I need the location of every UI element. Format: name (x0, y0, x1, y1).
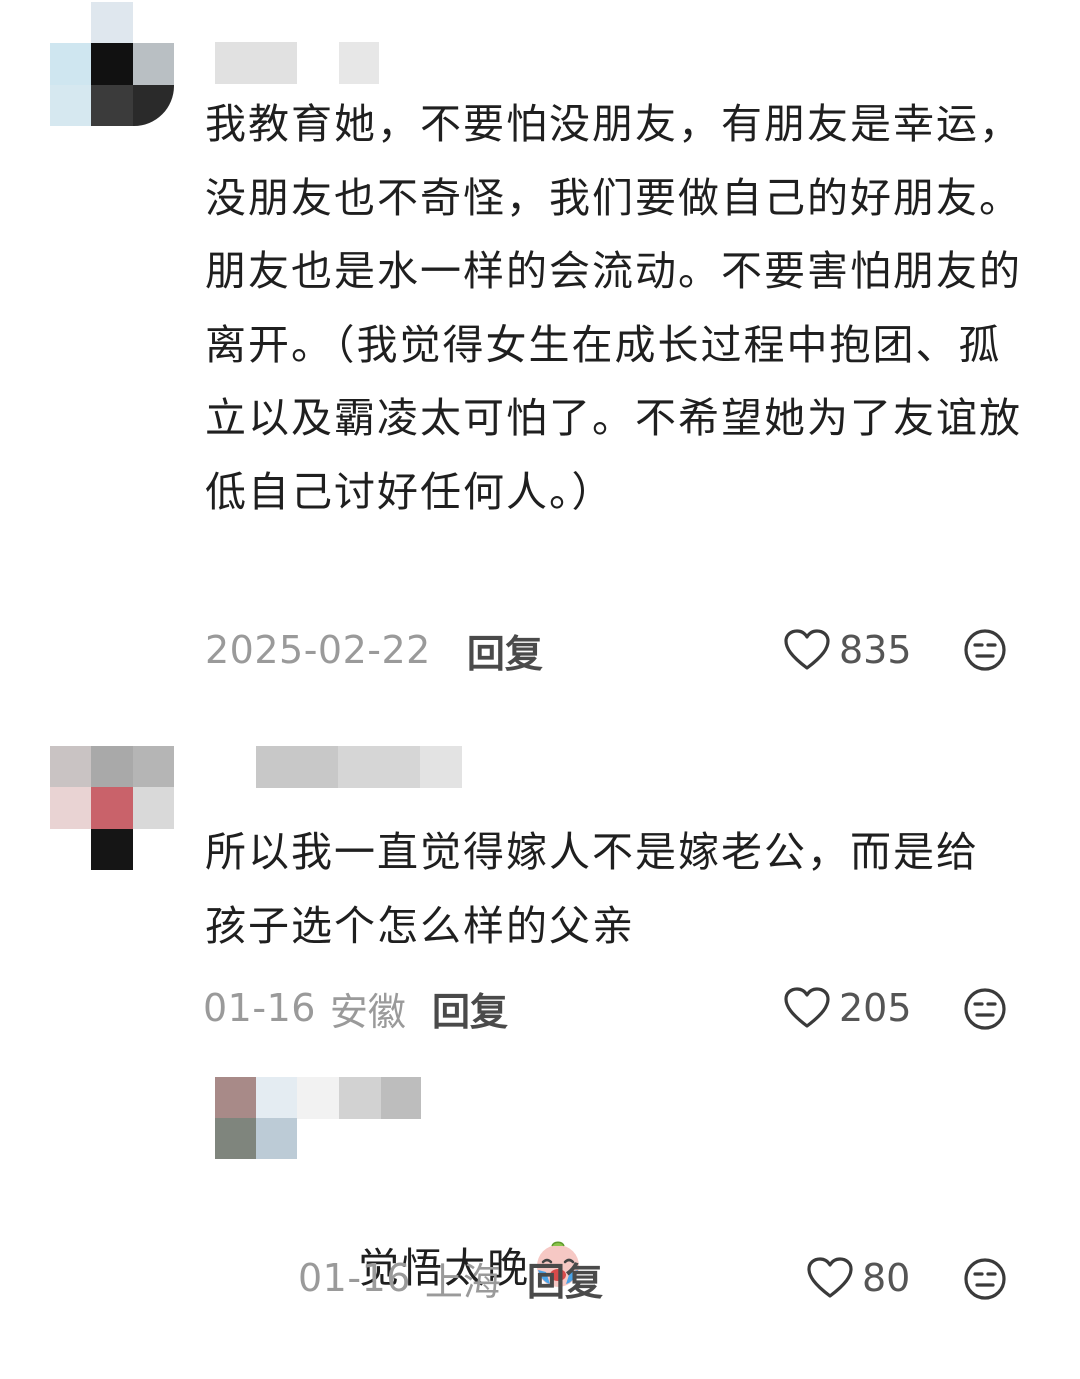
like-count: 80 (862, 1256, 911, 1300)
like-button[interactable]: 80 (806, 1253, 910, 1303)
reply-button[interactable]: 回复 (432, 981, 508, 1036)
comment-text: 所以我一直觉得嫁人不是嫁老公，而是给孩子选个怎么样的父亲 (205, 828, 979, 950)
like-button[interactable]: 835 (783, 625, 912, 675)
comment-date: 2025-02-22 (205, 628, 431, 672)
comment-location: 安徽 (329, 989, 406, 1034)
like-button[interactable]: 205 (783, 983, 912, 1033)
comment-date: 01-16 (298, 1256, 411, 1300)
comment-item: 我教育她，不要怕没朋友，有朋友是幸运，没朋友也不奇怪，我们要做自己的好朋友。朋友… (0, 0, 1080, 700)
neutral-face-icon[interactable] (963, 1257, 1007, 1301)
username-blurred[interactable] (256, 746, 462, 788)
username-blurred[interactable] (297, 1077, 421, 1119)
heart-outline-icon (784, 987, 830, 1028)
heart-outline-icon (807, 1257, 853, 1298)
comment-date: 01-16 (203, 986, 316, 1030)
comment-text: 我教育她，不要怕没朋友，有朋友是幸运，没朋友也不奇怪，我们要做自己的好朋友。朋友… (205, 100, 1022, 516)
neutral-face-icon[interactable] (963, 628, 1007, 672)
username-blurred[interactable] (215, 42, 379, 84)
avatar[interactable] (50, 746, 174, 870)
avatar[interactable] (50, 2, 174, 126)
comment-location: 上海 (424, 1259, 501, 1304)
reply-button[interactable]: 回复 (467, 623, 543, 678)
like-count: 835 (839, 628, 912, 672)
comment-meta: 01-16 安徽 回复 (203, 981, 508, 1036)
neutral-face-icon[interactable] (963, 987, 1007, 1031)
reply-button[interactable]: 回复 (527, 1251, 603, 1306)
heart-outline-icon (784, 629, 830, 670)
comment-meta: 2025-02-22 回复 (205, 623, 543, 678)
avatar[interactable] (215, 1077, 297, 1159)
like-count: 205 (839, 986, 912, 1030)
comment-meta: 01-16 上海 回复 (298, 1251, 603, 1306)
